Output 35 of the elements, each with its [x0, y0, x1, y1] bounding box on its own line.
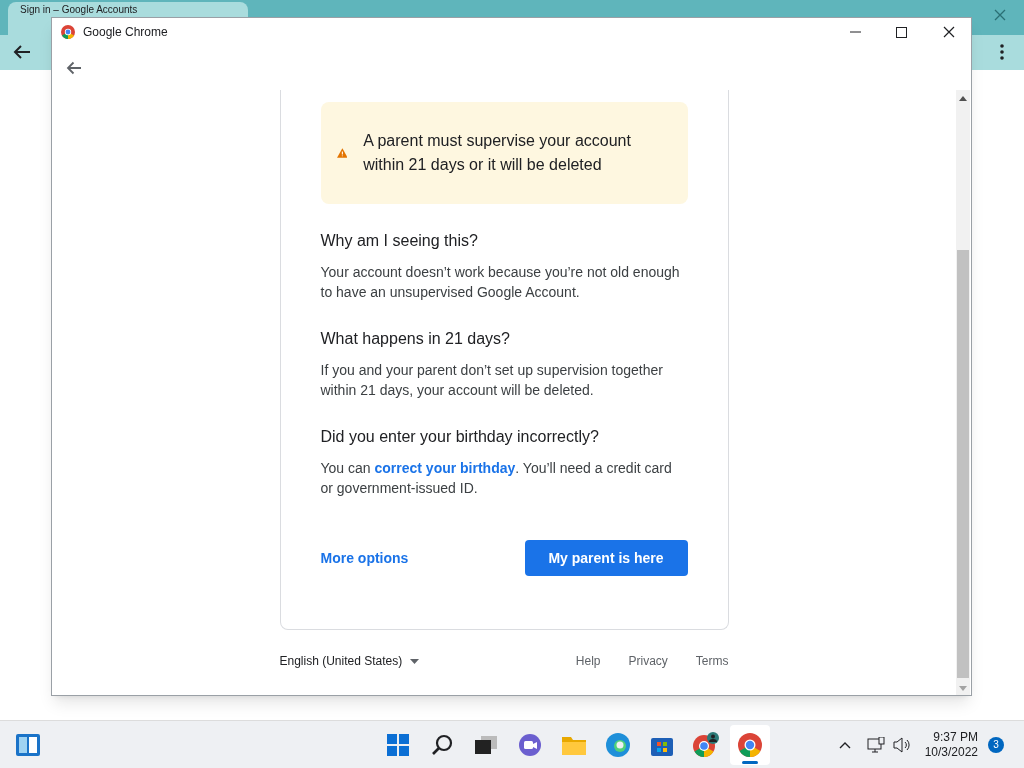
correct-birthday-link[interactable]: correct your birthday — [374, 460, 516, 476]
clock-time: 9:37 PM — [933, 729, 978, 745]
widgets-icon[interactable] — [16, 733, 40, 756]
scroll-up-icon[interactable] — [959, 96, 967, 101]
maximize-icon[interactable] — [896, 26, 907, 38]
more-icon[interactable] — [1000, 44, 1004, 60]
body-text: You can correct your birthday. You’ll need a credit card or government-issued ID. — [320, 459, 673, 498]
dropdown-caret-icon[interactable] — [410, 658, 420, 664]
chrome-taskbar-button[interactable] — [730, 724, 771, 765]
language-selector[interactable]: English (United States) — [279, 652, 403, 670]
more-options-link[interactable]: More options — [320, 547, 409, 569]
back-icon[interactable] — [12, 44, 32, 60]
network-icon[interactable] — [866, 736, 885, 753]
body-text: Your account doesn’t work because you’re not old enough to have an unsupervised Google Account. — [320, 263, 681, 302]
footer-link[interactable]: Terms — [695, 652, 729, 670]
body-text: If you and your parent don’t set up supervision together within 21 days, your account will be deleted. — [320, 361, 664, 400]
chrome-logo-icon — [61, 25, 75, 39]
window-title: Google Chrome — [83, 24, 168, 41]
tab-title: Sign in – Google Accounts — [20, 4, 138, 15]
my-parent-is-here-button[interactable]: My parent is here — [524, 540, 688, 576]
section-heading: Why am I seeing this? — [320, 231, 479, 251]
back-icon[interactable] — [66, 61, 82, 75]
chrome-logo-icon — [738, 732, 763, 757]
footer-link[interactable]: Privacy — [628, 652, 668, 670]
section-heading: Did you enter your birthday incorrectly? — [320, 427, 600, 447]
warning-text: A parent must supervise your account within 21 days or it will be deleted — [363, 131, 632, 175]
close-icon[interactable] — [943, 26, 955, 38]
section-heading: What happens in 21 days? — [320, 329, 511, 349]
warning-icon — [336, 145, 348, 161]
volume-icon[interactable] — [892, 736, 911, 753]
clock-date: 10/3/2022 — [924, 744, 978, 760]
scrollbar[interactable] — [956, 90, 970, 695]
chevron-up-icon[interactable] — [838, 740, 851, 749]
notification-badge[interactable]: 3 — [988, 736, 1004, 753]
footer-link[interactable]: Help — [575, 652, 601, 670]
